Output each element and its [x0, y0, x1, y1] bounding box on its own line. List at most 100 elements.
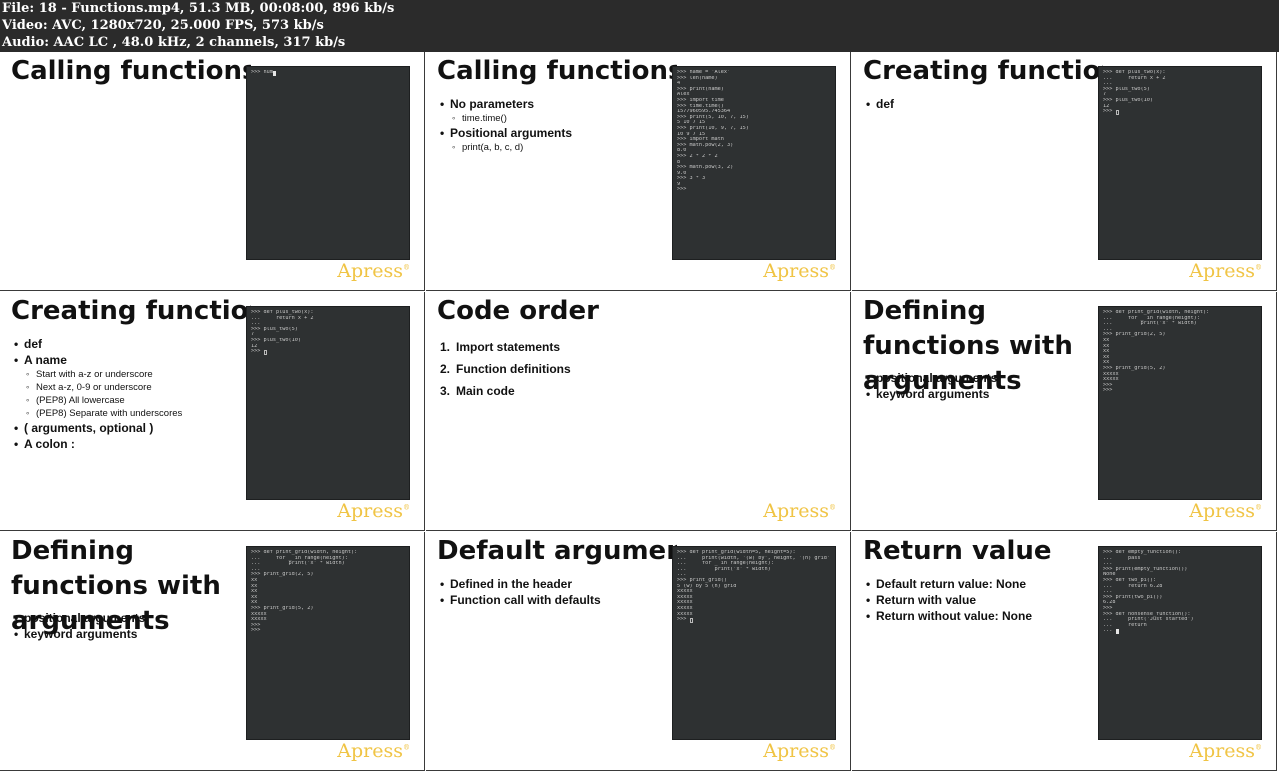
apress-logo: Apress®: [1189, 740, 1262, 762]
logo-text: Apress: [763, 500, 829, 522]
bullet-item: keyword arguments: [866, 386, 1096, 402]
apress-logo: Apress®: [763, 740, 836, 762]
sub-bullet-item: time.time(): [440, 112, 670, 125]
registered-mark: ®: [403, 263, 410, 272]
video-info: Video: AVC, 1280x720, 25.000 FPS, 573 kb…: [2, 18, 324, 33]
bullet-item: positional arguments: [14, 610, 244, 626]
slide-title: Creating functions: [863, 56, 1103, 86]
item-number: 2.: [440, 362, 451, 376]
thumbnail-tile[interactable]: Creating functions defA nameStart with a-…: [0, 292, 425, 531]
terminal-line: >>>: [677, 617, 831, 623]
registered-mark: ®: [829, 503, 836, 512]
thumbnail-tile[interactable]: Return valueDefault return value: NoneRe…: [852, 532, 1277, 771]
slide-content: positional argumentskeyword arguments: [14, 610, 244, 642]
apress-logo: Apress®: [337, 740, 410, 762]
terminal-screenshot: >>> def print_grid(width=5, height=5):..…: [672, 546, 836, 740]
bullet-item: positional arguments: [866, 370, 1096, 386]
sub-bullet-item: (PEP8) All lowercase: [14, 394, 244, 407]
terminal-line: >>>: [1103, 388, 1113, 394]
slide-content: Defined in the headerFunction call with …: [440, 576, 670, 608]
numbered-item: 1. Import statements: [440, 336, 670, 358]
item-number: 3.: [440, 384, 451, 398]
registered-mark: ®: [1255, 503, 1262, 512]
item-text: Function definitions: [456, 362, 571, 376]
apress-logo: Apress®: [1189, 500, 1262, 522]
registered-mark: ®: [403, 503, 410, 512]
logo-text: Apress: [1189, 740, 1255, 762]
bullet-item: def: [14, 336, 244, 352]
slide-content: defA nameStart with a-z or underscoreNex…: [14, 336, 244, 452]
thumbnail-tile[interactable]: Defining functions with argumentspositio…: [0, 532, 425, 771]
bullet-item: Default return value: None: [866, 576, 1096, 592]
thumbnail-tile[interactable]: Calling functions >>> num Apress®: [0, 52, 425, 291]
logo-text: Apress: [763, 260, 829, 282]
item-text: Main code: [456, 384, 515, 398]
file-info: File: 18 - Functions.mp4, 51.3 MB, 00:08…: [2, 1, 395, 16]
terminal-screenshot: >>> def empty_function():... pass... >>> …: [1098, 546, 1262, 740]
thumbnail-tile[interactable]: Code order 1. Import statements 2. Function …: [426, 292, 851, 531]
cursor-icon: [689, 617, 693, 623]
terminal-screenshot: >>> name = 'Alex' >>> len(name) 4 >>> print…: [672, 66, 836, 260]
sub-bullet-item: print(a, b, c, d): [440, 141, 670, 154]
bullet-item: A name: [14, 352, 244, 368]
numbered-item: 3. Main code: [440, 380, 670, 402]
terminal-line: >>>: [1103, 109, 1257, 115]
item-text: Import statements: [456, 340, 561, 354]
cursor-icon: [263, 349, 267, 355]
terminal-screenshot: >>> num: [246, 66, 410, 260]
registered-mark: ®: [829, 743, 836, 752]
bullet-item: ( arguments, optional ): [14, 420, 244, 436]
slide-content: def: [866, 96, 1096, 112]
apress-logo: Apress®: [337, 260, 410, 282]
slide-content: positional argumentskeyword arguments: [866, 370, 1096, 402]
terminal-screenshot: >>> def print_grid(width, height):... fo…: [1098, 306, 1262, 500]
logo-text: Apress: [1189, 260, 1255, 282]
audio-info: Audio: AAC LC , 48.0 kHz, 2 channels, 31…: [2, 35, 346, 50]
slide-title: Code order: [437, 296, 599, 326]
apress-logo: Apress®: [1189, 260, 1262, 282]
sub-bullet-item: (PEP8) Separate with underscores: [14, 407, 244, 420]
cursor-icon: [1115, 109, 1119, 115]
slide-content: 1. Import statements 2. Function definition…: [440, 336, 670, 402]
terminal-line: >>> num: [251, 70, 405, 76]
bullet-item: Positional arguments: [440, 125, 670, 141]
terminal-screenshot: >>> def plus_two(x):... return x + 2... >…: [246, 306, 410, 500]
terminal-screenshot: >>> def print_grid(width, height):... fo…: [246, 546, 410, 740]
bullet-item: Return without value: None: [866, 608, 1096, 624]
slide-title: Return value: [863, 536, 1052, 566]
slide-title: Calling functions: [437, 56, 677, 86]
numbered-item: 2. Function definitions: [440, 358, 670, 380]
logo-text: Apress: [337, 740, 403, 762]
registered-mark: ®: [1255, 743, 1262, 752]
terminal-line: >>>: [251, 628, 261, 634]
bullet-item: Return with value: [866, 592, 1096, 608]
logo-text: Apress: [337, 500, 403, 522]
cursor-icon: [1115, 628, 1119, 634]
terminal-line: >>>: [677, 187, 687, 193]
logo-text: Apress: [1189, 500, 1255, 522]
thumbnail-tile[interactable]: Calling functions No parameterstime.time(…: [426, 52, 851, 291]
bullet-item: keyword arguments: [14, 626, 244, 642]
slide-content: Default return value: NoneReturn with va…: [866, 576, 1096, 624]
terminal-line: >>>: [251, 349, 405, 355]
sub-bullet-item: Start with a-z or underscore: [14, 368, 244, 381]
bullet-item: def: [866, 96, 1096, 112]
registered-mark: ®: [403, 743, 410, 752]
apress-logo: Apress®: [337, 500, 410, 522]
slide-title: Creating functions: [11, 296, 251, 326]
bullet-item: Function call with defaults: [440, 592, 670, 608]
bullet-item: A colon :: [14, 436, 244, 452]
bullet-item: Defined in the header: [440, 576, 670, 592]
registered-mark: ®: [829, 263, 836, 272]
logo-text: Apress: [337, 260, 403, 282]
thumbnail-tile[interactable]: Default arguments Defined in the headerFu…: [426, 532, 851, 771]
terminal-line: ...: [1103, 628, 1257, 634]
terminal-screenshot: >>> def plus_two(x):... return x + 2... >…: [1098, 66, 1262, 260]
thumbnail-tile[interactable]: Creating functions def>>> def plus_two(x)…: [852, 52, 1277, 291]
cursor-icon: [272, 70, 276, 76]
apress-logo: Apress®: [763, 260, 836, 282]
registered-mark: ®: [1255, 263, 1262, 272]
item-number: 1.: [440, 340, 451, 354]
thumbnail-tile[interactable]: Defining functions with argumentspositio…: [852, 292, 1277, 531]
slide-title: Calling functions: [11, 56, 251, 86]
